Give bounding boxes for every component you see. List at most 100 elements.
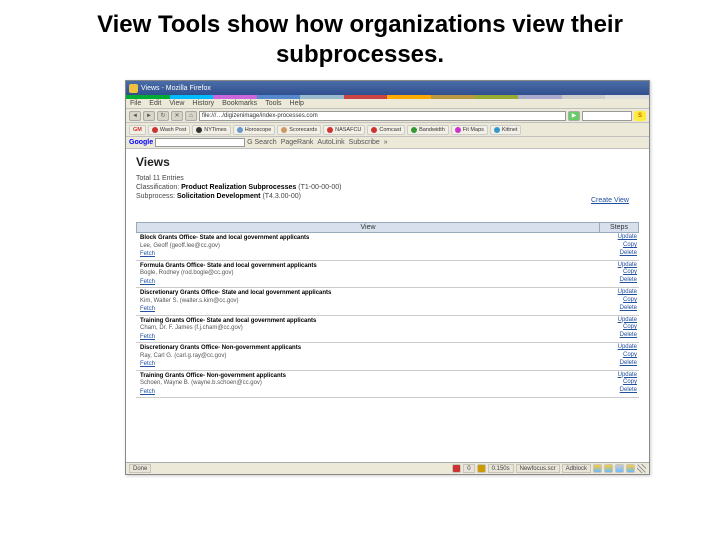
bookmark-wash-post[interactable]: Wash Post xyxy=(148,125,190,135)
bookmark-kittnet[interactable]: Kittnet xyxy=(490,125,522,135)
bookmark-nasafcu[interactable]: NASAFCU xyxy=(323,125,365,135)
window-titlebar[interactable]: Views - Mozilla Firefox xyxy=(126,81,649,95)
weather-icon-4 xyxy=(626,464,635,473)
back-button[interactable]: ◄ xyxy=(129,111,141,121)
gbar-subscribe[interactable]: Subscribe xyxy=(349,139,380,146)
menu-help[interactable]: Help xyxy=(290,100,304,107)
delete-link[interactable]: Delete xyxy=(603,387,637,395)
google-search-input[interactable] xyxy=(155,138,245,147)
row-title: Training Grants Office- State and local … xyxy=(140,318,597,326)
row-owner: Ray, Carl G. (carl.g.ray@cc.gov) xyxy=(140,353,597,361)
status-scr[interactable]: Newfocus.scr xyxy=(516,464,560,473)
table-row: Training Grants Office- State and local … xyxy=(136,316,639,344)
space-icon[interactable]: S xyxy=(634,111,646,121)
forward-button[interactable]: ► xyxy=(143,111,155,121)
delete-link[interactable]: Delete xyxy=(603,360,637,368)
menu-history[interactable]: History xyxy=(192,100,214,107)
update-link[interactable]: Update xyxy=(603,262,637,270)
bookmarks-toolbar: GM Wash PostNYTimesHoroscopeScorecardsNA… xyxy=(126,123,649,137)
gmail-chip[interactable]: GM xyxy=(129,125,146,135)
subprocess-value: Solicitation Development xyxy=(177,193,261,200)
resize-grip[interactable] xyxy=(637,464,646,473)
delete-link[interactable]: Delete xyxy=(603,305,637,313)
row-title: Discretionary Grants Office- State and l… xyxy=(140,290,597,298)
search-box[interactable] xyxy=(582,111,632,121)
fetch-link[interactable]: Fetch xyxy=(140,361,155,369)
table-body: Block Grants Office- State and local gov… xyxy=(136,233,639,398)
status-done: Done xyxy=(129,464,151,473)
weather-icon-3 xyxy=(615,464,624,473)
bookmark-scorecards[interactable]: Scorecards xyxy=(277,125,321,135)
table-row: Training Grants Office- Non-government a… xyxy=(136,371,639,399)
menu-file[interactable]: File xyxy=(130,100,141,107)
menu-view[interactable]: View xyxy=(169,100,184,107)
gbar-[interactable]: » xyxy=(384,139,388,146)
row-owner: Lee, Geoff (geoff.lee@cc.gov) xyxy=(140,243,597,251)
adblock-cell[interactable]: Adblock xyxy=(562,464,591,473)
stop-button[interactable]: ✕ xyxy=(171,111,183,121)
fetch-link[interactable]: Fetch xyxy=(140,389,155,397)
copy-link[interactable]: Copy xyxy=(603,379,637,387)
copy-link[interactable]: Copy xyxy=(603,352,637,360)
status-icon xyxy=(452,464,461,473)
status-q: 0 xyxy=(463,464,474,473)
bookmark-bandwidth[interactable]: Bandwidth xyxy=(407,125,449,135)
nav-toolbar: ◄ ► ↻ ✕ ⌂ file:///…/digizenimage/index-p… xyxy=(126,109,649,123)
status-time: 0.150s xyxy=(488,464,514,473)
gbar-gsearch[interactable]: G Search xyxy=(247,139,277,146)
col-steps: Steps xyxy=(600,223,638,232)
gbar-pagerank[interactable]: PageRank xyxy=(281,139,314,146)
copy-link[interactable]: Copy xyxy=(603,324,637,332)
classification-line: Classification: Product Realization Subp… xyxy=(136,184,639,191)
row-title: Discretionary Grants Office- Non-governm… xyxy=(140,345,597,353)
row-owner: Schoen, Wayne B. (wayne.b.schoen@cc.gov) xyxy=(140,380,597,388)
update-link[interactable]: Update xyxy=(603,234,637,242)
menubar[interactable]: File Edit View History Bookmarks Tools Help xyxy=(126,99,649,109)
fetch-link[interactable]: Fetch xyxy=(140,306,155,314)
weather-icon-2 xyxy=(604,464,613,473)
table-header: View Steps xyxy=(136,222,639,233)
create-view-link[interactable]: Create View xyxy=(591,197,629,204)
status-bar: Done 0 0.150s Newfocus.scr Adblock xyxy=(126,462,649,474)
update-link[interactable]: Update xyxy=(603,372,637,380)
subprocess-line: Subprocess: Solicitation Development (T4… xyxy=(136,193,639,200)
menu-tools[interactable]: Tools xyxy=(265,100,281,107)
copy-link[interactable]: Copy xyxy=(603,242,637,250)
table-row: Discretionary Grants Office- Non-governm… xyxy=(136,343,639,371)
go-button[interactable]: ▶ xyxy=(568,111,580,121)
fetch-link[interactable]: Fetch xyxy=(140,251,155,259)
fetch-link[interactable]: Fetch xyxy=(140,279,155,287)
row-owner: Bogle, Rodney (rod.bogle@cc.gov) xyxy=(140,270,597,278)
gbar-autolink[interactable]: AutoLink xyxy=(317,139,344,146)
bookmark-nytimes[interactable]: NYTimes xyxy=(192,125,230,135)
table-row: Block Grants Office- State and local gov… xyxy=(136,233,639,261)
menu-bookmarks[interactable]: Bookmarks xyxy=(222,100,257,107)
window-title: Views - Mozilla Firefox xyxy=(141,85,211,92)
menu-edit[interactable]: Edit xyxy=(149,100,161,107)
bookmark-horoscope[interactable]: Horoscope xyxy=(233,125,276,135)
google-logo: Google xyxy=(129,139,153,146)
bug-icon xyxy=(477,464,486,473)
subprocess-label: Subprocess: xyxy=(136,193,175,200)
browser-window: Views - Mozilla Firefox File Edit View Hist… xyxy=(125,80,650,475)
row-owner: Cham, Dr. F. James (f.j.cham@cc.gov) xyxy=(140,325,597,333)
bookmark-fit-maps[interactable]: Fit Maps xyxy=(451,125,488,135)
delete-link[interactable]: Delete xyxy=(603,250,637,258)
update-link[interactable]: Update xyxy=(603,344,637,352)
home-button[interactable]: ⌂ xyxy=(185,111,197,121)
copy-link[interactable]: Copy xyxy=(603,269,637,277)
table-row: Discretionary Grants Office- State and l… xyxy=(136,288,639,316)
reload-button[interactable]: ↻ xyxy=(157,111,169,121)
update-link[interactable]: Update xyxy=(603,289,637,297)
fetch-link[interactable]: Fetch xyxy=(140,334,155,342)
copy-link[interactable]: Copy xyxy=(603,297,637,305)
classification-label: Classification: xyxy=(136,184,179,191)
delete-link[interactable]: Delete xyxy=(603,332,637,340)
update-link[interactable]: Update xyxy=(603,317,637,325)
page-content: Views Total 11 Entries Classification: P… xyxy=(126,149,649,462)
delete-link[interactable]: Delete xyxy=(603,277,637,285)
classification-value: Product Realization Subprocesses xyxy=(181,184,296,191)
subprocess-code: (T4.3.00-00) xyxy=(262,193,301,200)
address-bar[interactable]: file:///…/digizenimage/index-processes.c… xyxy=(199,111,566,121)
bookmark-comcast[interactable]: Comcast xyxy=(367,125,405,135)
